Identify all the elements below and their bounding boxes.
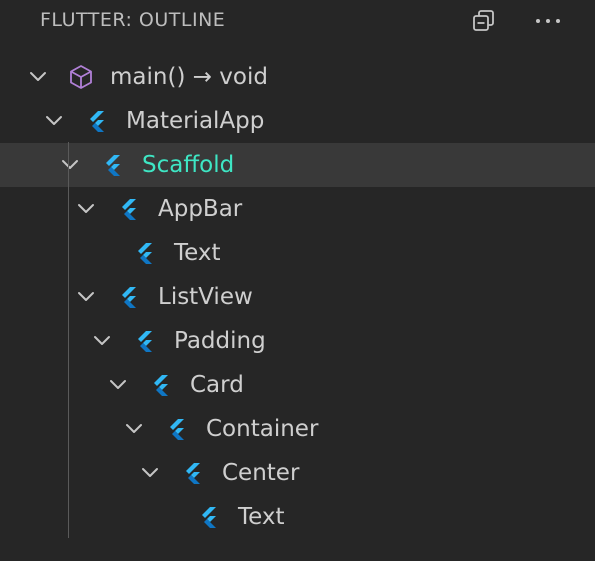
chevron-down-icon[interactable] [76, 199, 96, 219]
flutter-icon [132, 328, 158, 354]
flutter-icon [116, 196, 142, 222]
tree-item-label: AppBar [158, 196, 243, 222]
flutter-icon [132, 240, 158, 266]
panel-header: FLUTTER: OUTLINE [0, 0, 595, 44]
tree-item[interactable]: Card [0, 363, 595, 407]
tree-item-label: Padding [174, 328, 266, 354]
chevron-down-icon[interactable] [60, 155, 80, 175]
tree-item-label: Scaffold [142, 152, 235, 178]
tree-item[interactable]: ListView [0, 275, 595, 319]
tree-item[interactable]: Center [0, 451, 595, 495]
chevron-down-icon[interactable] [28, 67, 48, 87]
flutter-icon [148, 372, 174, 398]
chevron-down-icon[interactable] [124, 419, 144, 439]
tree-item-label: Text [238, 504, 285, 530]
flutter-icon [84, 108, 110, 134]
tree-item[interactable]: Padding [0, 319, 595, 363]
indent-guide [68, 142, 69, 538]
tree-item-label: MaterialApp [126, 108, 265, 134]
tree-item[interactable]: AppBar [0, 187, 595, 231]
tree-item[interactable]: Scaffold [0, 143, 595, 187]
tree-item[interactable]: Text [0, 495, 595, 539]
collapse-all-button[interactable] [469, 6, 499, 36]
flutter-icon [180, 460, 206, 486]
collapse-all-icon [473, 10, 494, 31]
method-icon [68, 64, 94, 90]
flutter-icon [164, 416, 190, 442]
tree-item-label: Center [222, 460, 300, 486]
more-actions-icon [536, 19, 560, 23]
chevron-down-icon[interactable] [44, 111, 64, 131]
tree-item[interactable]: MaterialApp [0, 99, 595, 143]
tree-item[interactable]: main() → void [0, 55, 595, 99]
tree-item[interactable]: Text [0, 231, 595, 275]
chevron-down-icon[interactable] [92, 331, 112, 351]
chevron-down-icon[interactable] [76, 287, 96, 307]
more-actions-button[interactable] [533, 6, 563, 36]
tree-item-label: Card [190, 372, 244, 398]
flutter-icon [100, 152, 126, 178]
flutter-icon [196, 504, 222, 530]
chevron-down-icon[interactable] [140, 463, 160, 483]
tree-item[interactable]: Container [0, 407, 595, 451]
panel-title: FLUTTER: OUTLINE [40, 9, 226, 31]
tree-item-label: Container [206, 416, 319, 442]
chevron-down-icon[interactable] [108, 375, 128, 395]
outline-tree: main() → void MaterialApp Scaffold AppBar Te… [0, 55, 595, 539]
flutter-icon [116, 284, 142, 310]
tree-item-label: ListView [158, 284, 253, 310]
tree-item-label: main() → void [110, 64, 268, 90]
outline-panel: FLUTTER: OUTLINE main() → void MaterialAp… [0, 0, 595, 561]
tree-item-label: Text [174, 240, 221, 266]
